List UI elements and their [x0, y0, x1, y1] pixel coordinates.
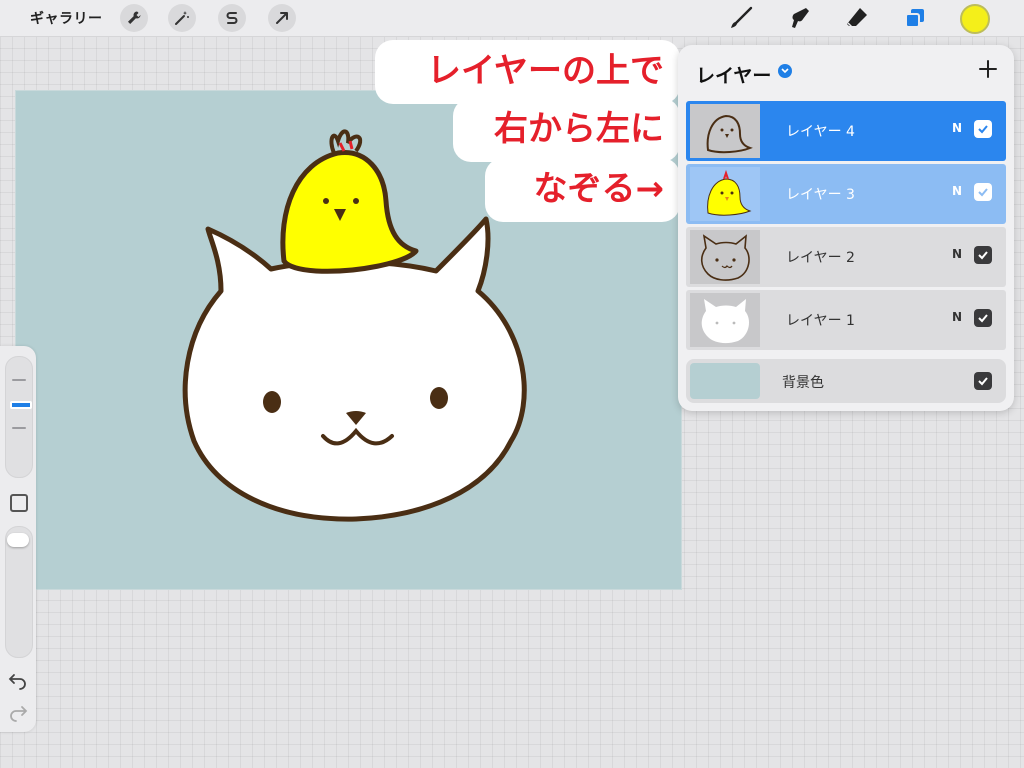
opacity-handle[interactable] [7, 533, 29, 547]
wrench-icon [128, 11, 141, 24]
layer-row-1[interactable]: レイヤー 1 N [686, 290, 1006, 350]
layers-tool-button[interactable] [900, 4, 930, 32]
checkmark-icon [978, 314, 988, 323]
opacity-slider[interactable] [5, 526, 33, 658]
undo-button[interactable] [8, 670, 28, 690]
eraser-tool-button[interactable] [842, 4, 872, 32]
redo-button[interactable] [8, 702, 28, 722]
blend-mode-button[interactable]: N [952, 184, 962, 198]
layer-row-4[interactable]: レイヤー 4 N [686, 101, 1006, 161]
checkmark-icon [978, 377, 988, 386]
layers-panel: レイヤー レイヤー 4 N レイヤー 3 N レイヤー 2 N レイヤー 1 N… [678, 45, 1014, 411]
magic-wand-icon [175, 11, 189, 25]
brush-size-slider[interactable] [5, 356, 33, 478]
arrow-cursor-icon [276, 12, 288, 24]
layer-name: レイヤー 2 [786, 250, 855, 266]
smudge-tool-button[interactable] [784, 4, 814, 32]
layer-visibility-checkbox[interactable] [974, 309, 992, 327]
checkmark-icon [978, 251, 988, 260]
eraser-icon [847, 8, 867, 28]
blend-mode-button[interactable]: N [952, 121, 962, 135]
blend-mode-button[interactable]: N [952, 247, 962, 261]
selection-s-icon [226, 12, 238, 24]
instruction-caption: レイヤーの上で 右から左に なぞる→ [375, 40, 680, 225]
brush-icon [731, 6, 753, 28]
color-picker-button[interactable] [960, 4, 990, 34]
layer-row-2[interactable]: レイヤー 2 N [686, 227, 1006, 287]
checkmark-icon [978, 188, 988, 197]
caption-line-2: 右から左に [453, 98, 680, 162]
plus-icon [979, 60, 997, 78]
layers-panel-title: レイヤー [696, 65, 772, 87]
layer-visibility-checkbox[interactable] [974, 183, 992, 201]
caption-line-1: レイヤーの上で [375, 40, 680, 104]
gallery-button[interactable]: ギャラリー [30, 8, 103, 28]
add-layer-button[interactable] [976, 57, 1000, 81]
brush-tool-button[interactable] [726, 4, 756, 32]
layer-name: レイヤー 3 [786, 187, 855, 203]
left-sidebar [0, 346, 36, 732]
slider-tick [12, 427, 26, 429]
checkmark-icon [978, 125, 988, 134]
brush-size-handle[interactable] [10, 401, 32, 409]
layer-thumbnail [690, 293, 760, 347]
redo-icon [10, 706, 28, 722]
background-visibility-checkbox[interactable] [974, 372, 992, 390]
actions-button[interactable] [120, 4, 148, 32]
layers-icon [905, 9, 924, 28]
top-toolbar: ギャラリー [0, 0, 1024, 37]
chevron-down-icon[interactable] [778, 64, 792, 78]
background-color-label: 背景色 [782, 375, 824, 391]
selection-button[interactable] [218, 4, 246, 32]
layer-visibility-checkbox[interactable] [974, 120, 992, 138]
background-color-row[interactable]: 背景色 [686, 359, 1006, 403]
smudge-icon [792, 8, 809, 28]
layer-thumbnail [690, 230, 760, 284]
layer-thumbnail [690, 167, 760, 221]
layer-thumbnail [690, 104, 760, 158]
adjustments-button[interactable] [168, 4, 196, 32]
layer-name: レイヤー 1 [786, 313, 855, 329]
layer-visibility-checkbox[interactable] [974, 246, 992, 264]
layer-row-3[interactable]: レイヤー 3 N [686, 164, 1006, 224]
caption-line-3: なぞる→ [485, 158, 680, 222]
transform-button[interactable] [268, 4, 296, 32]
square-icon[interactable] [10, 494, 28, 512]
layer-name: レイヤー 4 [786, 124, 855, 140]
background-color-swatch[interactable] [690, 363, 760, 399]
undo-icon [8, 674, 26, 690]
blend-mode-button[interactable]: N [952, 310, 962, 324]
slider-icon [12, 379, 26, 381]
